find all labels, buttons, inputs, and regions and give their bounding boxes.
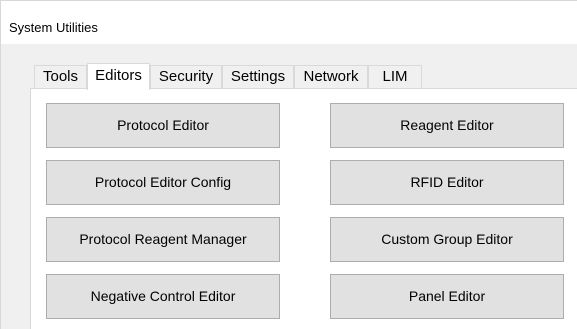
tab-network[interactable]: Network — [294, 65, 368, 89]
tab-lim[interactable]: LIM — [368, 65, 422, 89]
title-bar: System Utilities — [0, 0, 577, 44]
editors-tab-panel: Protocol Editor Reagent Editor Protocol … — [30, 88, 577, 329]
tab-editors[interactable]: Editors — [87, 63, 150, 90]
protocol-reagent-manager-button[interactable]: Protocol Reagent Manager — [46, 217, 280, 262]
window-title: System Utilities — [9, 20, 98, 35]
tab-settings[interactable]: Settings — [222, 65, 294, 89]
protocol-editor-button[interactable]: Protocol Editor — [46, 103, 280, 148]
custom-group-editor-button[interactable]: Custom Group Editor — [330, 217, 564, 262]
window-border — [0, 44, 1, 329]
reagent-editor-button[interactable]: Reagent Editor — [330, 103, 564, 148]
system-utilities-window: System Utilities Tools Editors Security … — [0, 0, 577, 329]
tab-security[interactable]: Security — [150, 65, 222, 89]
tab-tools[interactable]: Tools — [34, 65, 87, 89]
panel-editor-button[interactable]: Panel Editor — [330, 274, 564, 319]
protocol-editor-config-button[interactable]: Protocol Editor Config — [46, 160, 280, 205]
negative-control-editor-button[interactable]: Negative Control Editor — [46, 274, 280, 319]
rfid-editor-button[interactable]: RFID Editor — [330, 160, 564, 205]
